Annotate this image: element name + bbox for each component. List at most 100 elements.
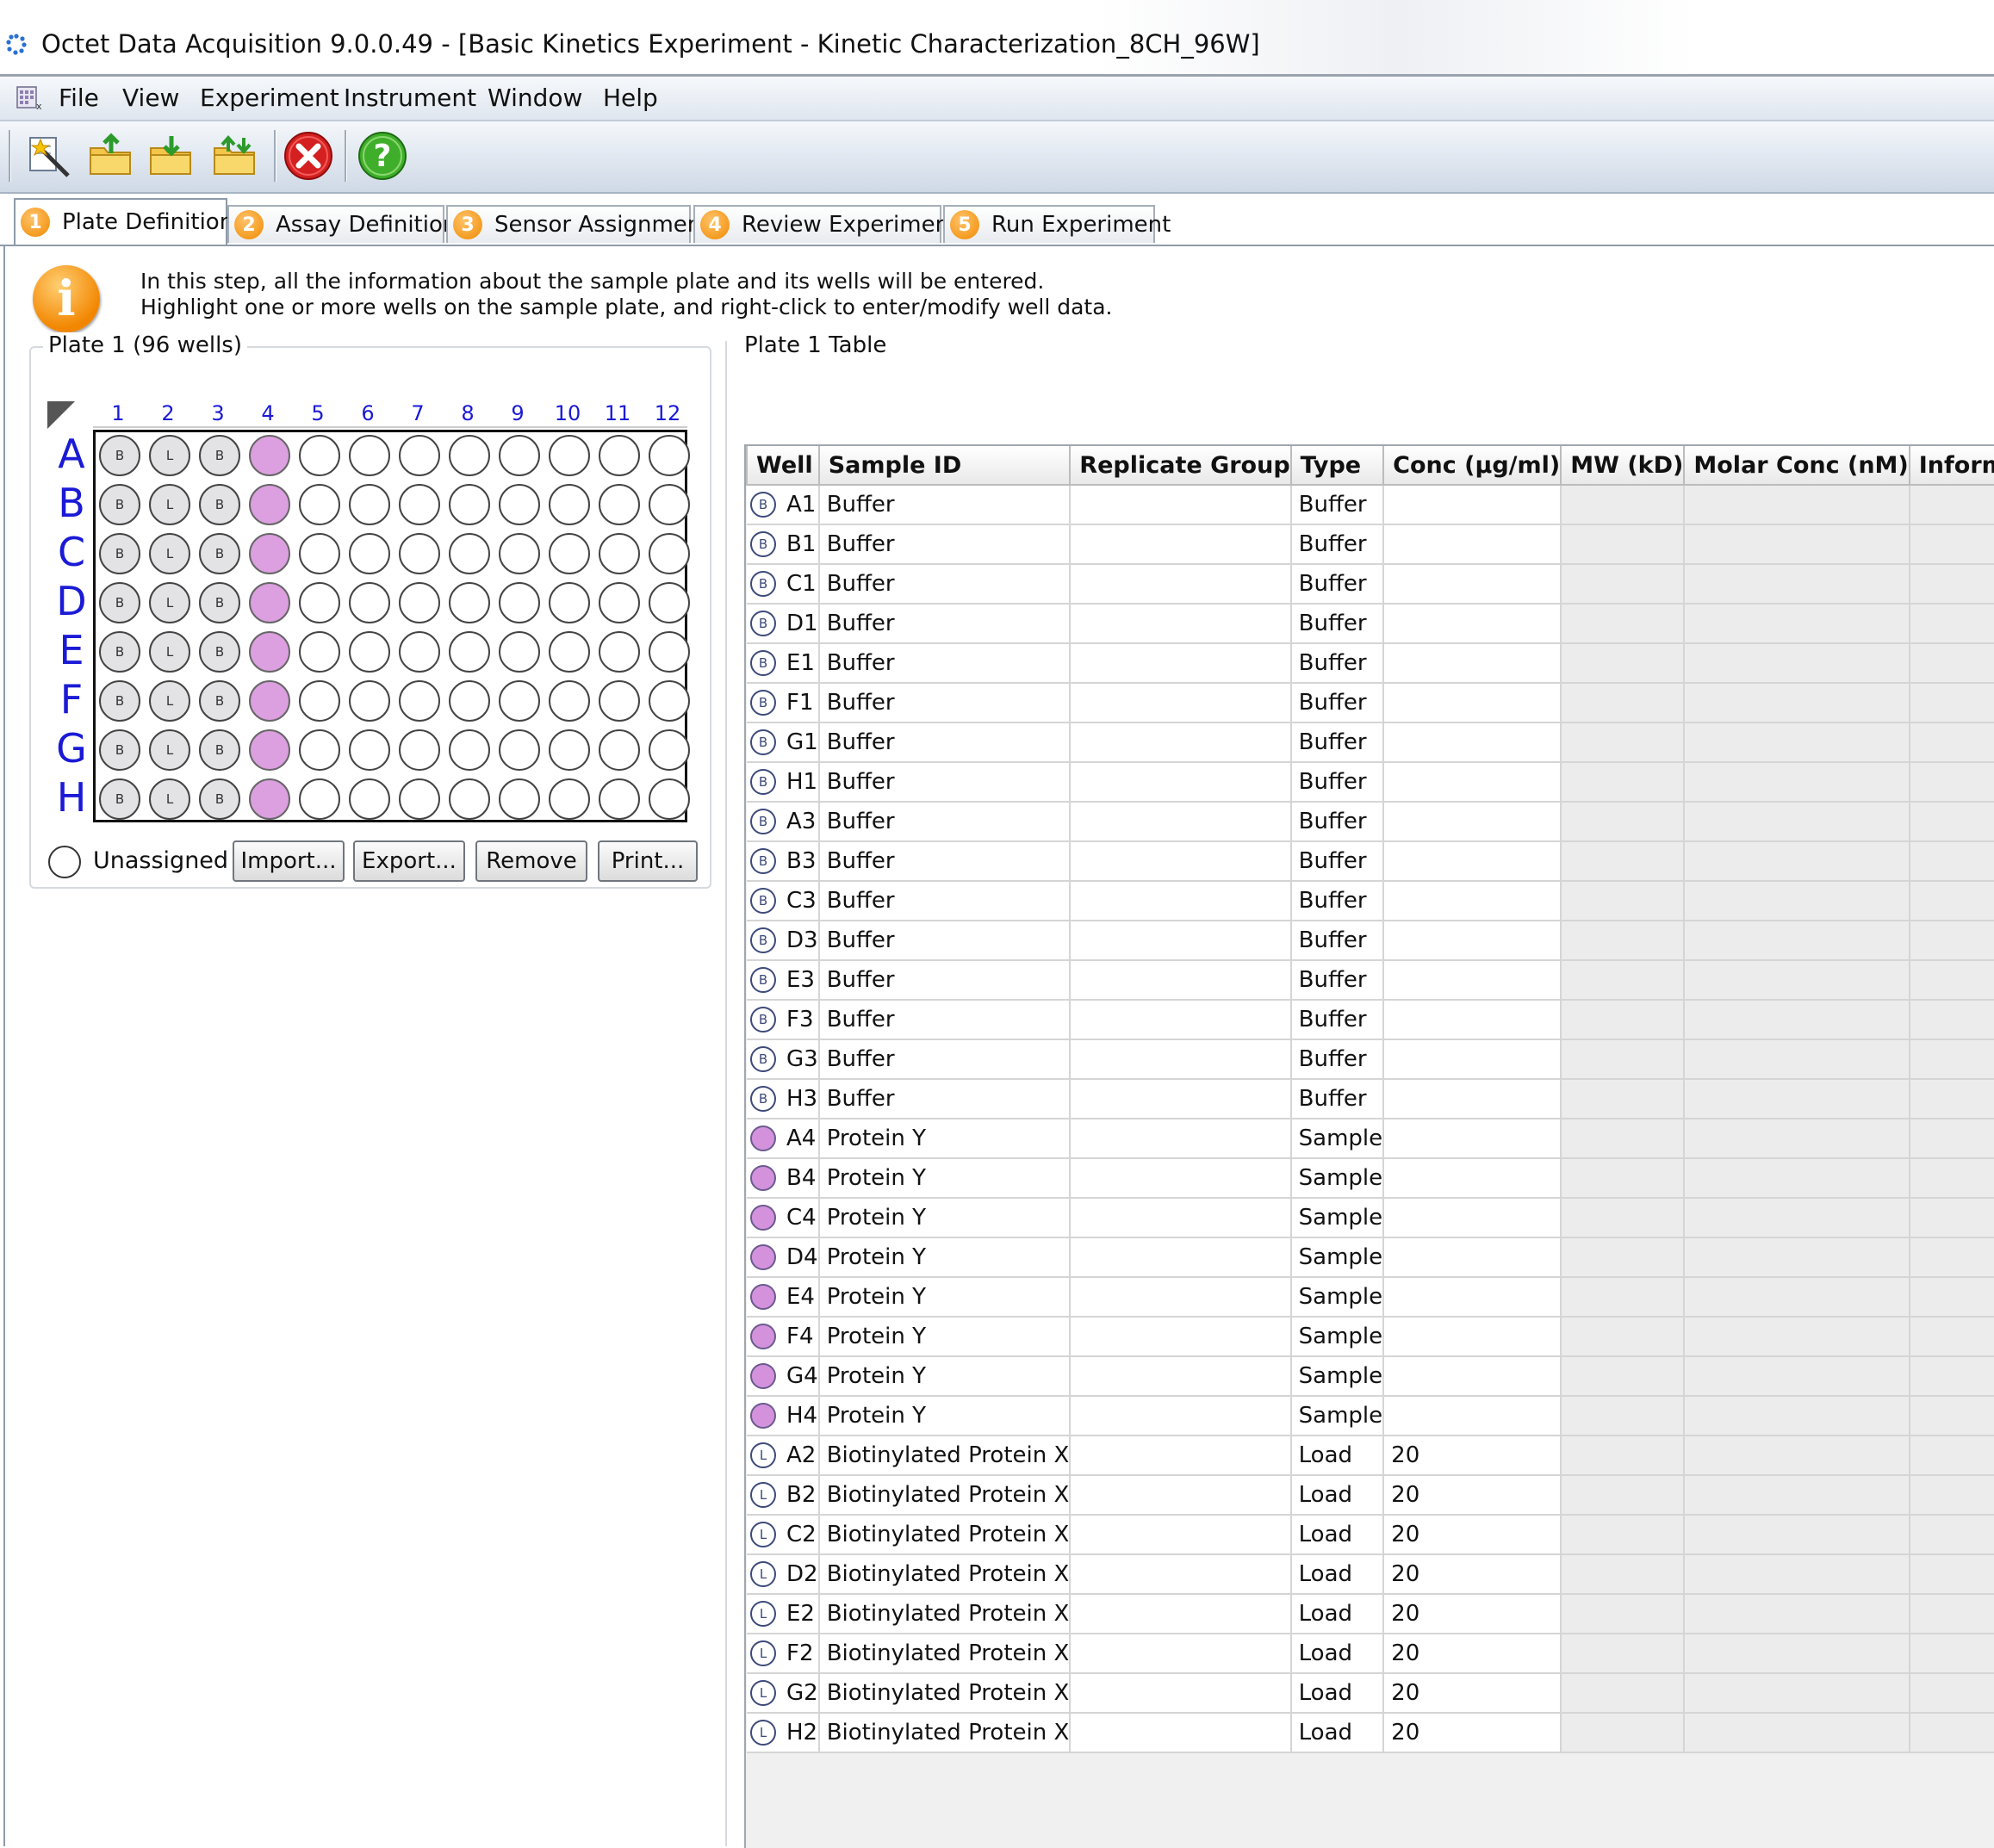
sample-id-cell[interactable]: Buffer bbox=[818, 1079, 1072, 1119]
type-cell[interactable]: Sample bbox=[1290, 1119, 1385, 1159]
plate-well[interactable]: B bbox=[199, 582, 240, 623]
well-cell[interactable]: B E1 bbox=[747, 643, 820, 684]
sample-id-cell[interactable]: Buffer bbox=[818, 643, 1072, 684]
replicate-group-cell[interactable] bbox=[1070, 1198, 1292, 1238]
sample-id-cell[interactable]: Protein Y bbox=[818, 1356, 1072, 1397]
conc-cell[interactable]: 20 bbox=[1383, 1713, 1562, 1753]
well-cell[interactable]: B E3 bbox=[747, 960, 820, 1001]
plate-well[interactable]: B bbox=[199, 778, 240, 820]
plate-well[interactable] bbox=[349, 729, 390, 771]
conc-cell[interactable] bbox=[1383, 1277, 1562, 1318]
plate-well[interactable]: B bbox=[199, 533, 240, 574]
sample-id-cell[interactable]: Buffer bbox=[818, 802, 1072, 842]
replicate-group-cell[interactable] bbox=[1070, 1079, 1292, 1119]
plate-well[interactable]: L bbox=[149, 778, 190, 820]
conc-cell[interactable] bbox=[1383, 1237, 1562, 1278]
well-cell[interactable]: L H2 bbox=[747, 1713, 820, 1753]
plate-well[interactable] bbox=[499, 778, 540, 820]
col-header-molar-conc[interactable]: Molar Conc (nM) bbox=[1683, 446, 1910, 486]
type-cell[interactable]: Sample bbox=[1290, 1237, 1385, 1278]
plate-column-label[interactable]: 3 bbox=[193, 401, 243, 425]
print-button[interactable]: Print... bbox=[598, 840, 698, 882]
plate-well[interactable] bbox=[649, 582, 690, 623]
replicate-group-cell[interactable] bbox=[1070, 643, 1292, 684]
replicate-group-cell[interactable] bbox=[1070, 1515, 1292, 1555]
plate-column-label[interactable]: 9 bbox=[493, 401, 543, 425]
type-cell[interactable]: Buffer bbox=[1290, 1039, 1385, 1080]
save-button[interactable] bbox=[143, 128, 198, 183]
col-header-mw[interactable]: MW (kD) bbox=[1560, 446, 1686, 486]
table-row[interactable]: L D2 Biotinylated Protein X Load 20 bbox=[747, 1554, 1994, 1595]
replicate-group-cell[interactable] bbox=[1070, 1356, 1292, 1397]
sample-id-cell[interactable]: Biotinylated Protein X bbox=[818, 1634, 1072, 1674]
plate-row-label[interactable]: B bbox=[50, 479, 93, 528]
sample-id-cell[interactable]: Buffer bbox=[818, 921, 1072, 961]
plate-well[interactable] bbox=[599, 533, 640, 574]
plate-well[interactable] bbox=[399, 582, 440, 623]
plate-well[interactable] bbox=[599, 631, 640, 673]
plate-well[interactable]: L bbox=[149, 484, 190, 525]
plate-map[interactable]: B L B B L B B L B B L B B L B B L B B L B B L B bbox=[93, 430, 690, 822]
plate-well[interactable] bbox=[299, 484, 340, 525]
type-cell[interactable]: Sample bbox=[1290, 1396, 1385, 1436]
plate-row-label[interactable]: C bbox=[50, 528, 93, 577]
well-cell[interactable]: B D3 bbox=[747, 921, 820, 961]
sample-id-cell[interactable]: Biotinylated Protein X bbox=[818, 1673, 1072, 1714]
replicate-group-cell[interactable] bbox=[1070, 485, 1292, 525]
plate-well[interactable] bbox=[349, 533, 390, 574]
replicate-group-cell[interactable] bbox=[1070, 1277, 1292, 1318]
replicate-group-cell[interactable] bbox=[1070, 1673, 1292, 1714]
document-grid-icon[interactable]: x bbox=[16, 85, 45, 111]
conc-cell[interactable] bbox=[1383, 722, 1562, 763]
well-cell[interactable]: L A2 bbox=[747, 1436, 820, 1476]
replicate-group-cell[interactable] bbox=[1070, 1119, 1292, 1159]
conc-cell[interactable]: 20 bbox=[1383, 1673, 1562, 1714]
well-cell[interactable]: B B3 bbox=[747, 841, 820, 882]
plate-well[interactable] bbox=[599, 680, 640, 722]
table-row[interactable]: L F2 Biotinylated Protein X Load 20 bbox=[747, 1634, 1994, 1674]
plate-well[interactable] bbox=[299, 729, 340, 771]
conc-cell[interactable] bbox=[1383, 802, 1562, 842]
plate-well[interactable] bbox=[399, 729, 440, 771]
plate-well[interactable] bbox=[499, 435, 540, 476]
table-row[interactable]: B G1 Buffer Buffer bbox=[747, 722, 1994, 763]
well-cell[interactable]: B C1 bbox=[747, 564, 820, 605]
type-cell[interactable]: Load bbox=[1290, 1515, 1385, 1555]
sample-id-cell[interactable]: Protein Y bbox=[818, 1237, 1072, 1278]
replicate-group-cell[interactable] bbox=[1070, 1554, 1292, 1595]
plate-column-label[interactable]: 1 bbox=[93, 401, 143, 425]
sample-id-cell[interactable]: Buffer bbox=[818, 722, 1072, 763]
plate-row-label[interactable]: D bbox=[50, 577, 93, 626]
sample-id-cell[interactable]: Protein Y bbox=[818, 1198, 1072, 1238]
plate-well[interactable] bbox=[549, 533, 590, 574]
type-cell[interactable]: Load bbox=[1290, 1475, 1385, 1516]
conc-cell[interactable] bbox=[1383, 1079, 1562, 1119]
plate-well[interactable] bbox=[299, 778, 340, 820]
sample-id-cell[interactable]: Protein Y bbox=[818, 1396, 1072, 1436]
table-row[interactable]: B C3 Buffer Buffer bbox=[747, 881, 1994, 921]
plate-well[interactable] bbox=[649, 533, 690, 574]
plate-well[interactable] bbox=[449, 631, 490, 673]
well-cell[interactable]: B A1 bbox=[747, 485, 820, 525]
plate-well[interactable] bbox=[299, 631, 340, 673]
replicate-group-cell[interactable] bbox=[1070, 762, 1292, 803]
tab-assay-definition[interactable]: 2 Assay Definition bbox=[227, 205, 457, 243]
type-cell[interactable]: Buffer bbox=[1290, 722, 1385, 763]
well-cell[interactable]: C4 bbox=[747, 1198, 820, 1238]
conc-cell[interactable] bbox=[1383, 564, 1562, 605]
table-row[interactable]: B A3 Buffer Buffer bbox=[747, 802, 1994, 842]
sample-id-cell[interactable]: Biotinylated Protein X bbox=[818, 1436, 1072, 1476]
type-cell[interactable]: Buffer bbox=[1290, 643, 1385, 684]
sample-id-cell[interactable]: Protein Y bbox=[818, 1158, 1072, 1199]
col-header-information[interactable]: Information bbox=[1908, 446, 1994, 486]
replicate-group-cell[interactable] bbox=[1070, 960, 1292, 1001]
type-cell[interactable]: Sample bbox=[1290, 1158, 1385, 1199]
plate-select-all-corner[interactable] bbox=[47, 401, 75, 429]
well-cell[interactable]: B G1 bbox=[747, 722, 820, 763]
plate-well[interactable]: B bbox=[199, 435, 240, 476]
type-cell[interactable]: Sample bbox=[1290, 1356, 1385, 1397]
plate-row-label[interactable]: A bbox=[50, 430, 93, 479]
conc-cell[interactable]: 20 bbox=[1383, 1475, 1562, 1516]
table-row[interactable]: B B1 Buffer Buffer bbox=[747, 524, 1994, 565]
replicate-group-cell[interactable] bbox=[1070, 802, 1292, 842]
